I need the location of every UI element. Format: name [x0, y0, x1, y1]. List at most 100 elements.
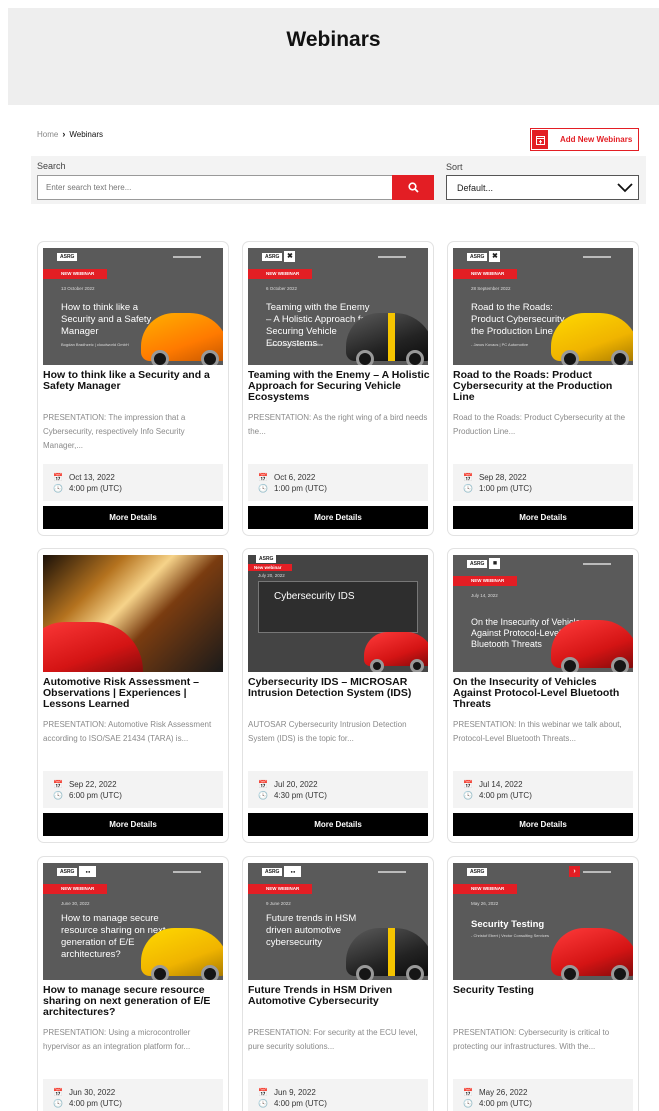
clock-icon: 🕓 [463, 791, 473, 800]
car-image [551, 620, 633, 672]
more-details-button[interactable]: More Details [43, 506, 223, 529]
webinar-description: PRESENTATION: Cybersecurity is critical … [453, 1028, 610, 1051]
more-details-button[interactable]: More Details [43, 813, 223, 836]
search-input[interactable] [37, 175, 393, 200]
search-button[interactable] [392, 175, 434, 200]
asrg-logo-icon: ASRG [256, 555, 277, 563]
partner-logo-icon [583, 256, 611, 258]
breadcrumb-home-link[interactable]: Home [37, 130, 58, 139]
webinar-card: ASRG ■ NEW WEBINAR July 14, 2022 On the I… [447, 548, 639, 843]
webinar-title[interactable]: Teaming with the Enemy – A Holistic Appr… [248, 370, 430, 403]
add-new-webinar-label: Add New Webinars [560, 135, 633, 144]
thumbnail-date: 28 September 2022 [471, 286, 511, 291]
thumbnail-date: July 20, 2022 [258, 573, 285, 578]
clock-icon: 🕓 [53, 1099, 63, 1108]
more-details-button[interactable]: More Details [248, 813, 428, 836]
partner-logo-icon: ●● [79, 866, 97, 877]
webinar-card: ASRG ✖ NEW WEBINAR 28 September 2022 Road… [447, 241, 639, 536]
webinar-thumbnail[interactable]: ASRG ✖ NEW WEBINAR 6 October 2022 Teaming… [248, 248, 428, 365]
calendar-icon: 📅 [463, 780, 473, 789]
partner-logo-icon: ●● [284, 866, 302, 877]
add-new-webinar-button[interactable]: Add New Webinars [530, 128, 639, 151]
clock-icon: 🕓 [53, 484, 63, 493]
partner-logo-icon [173, 256, 201, 258]
webinar-description: PRESENTATION: As the right wing of a bir… [248, 413, 428, 436]
search-icon [407, 182, 419, 193]
calendar-icon: 📅 [463, 1088, 473, 1097]
calendar-icon: 📅 [258, 473, 268, 482]
webinar-meta: 📅 Sep 22, 2022 🕓 6:00 pm (UTC) [43, 771, 223, 808]
webinar-title[interactable]: Cybersecurity IDS – MICROSAR Intrusion D… [248, 677, 430, 699]
webinar-meta: 📅 Jul 20, 2022 🕓 4:30 pm (UTC) [248, 771, 428, 808]
webinar-title[interactable]: How to manage secure resource sharing on… [43, 985, 225, 1018]
webinar-date: Oct 6, 2022 [273, 473, 316, 482]
webinar-date: Sep 28, 2022 [478, 473, 527, 482]
car-image [141, 313, 223, 365]
more-details-button[interactable]: More Details [453, 506, 633, 529]
thumbnail-date: June 30, 2022 [61, 901, 90, 906]
car-image [141, 928, 223, 980]
breadcrumb-current: Webinars [69, 129, 103, 139]
webinar-time: 1:00 pm (UTC) [273, 484, 327, 493]
webinar-thumbnail[interactable]: ASRG ●● NEW WEBINAR 9 June 2022 Future tr… [248, 863, 428, 980]
search-label: Search [37, 161, 66, 171]
thumbnail-date: 9 June 2022 [266, 901, 291, 906]
webinar-title[interactable]: Security Testing [453, 985, 635, 996]
webinar-title[interactable]: How to think like a Security and a Safet… [43, 370, 225, 392]
breadcrumb: Home › Webinars [37, 129, 103, 139]
calendar-icon: 📅 [53, 1088, 63, 1097]
webinar-thumbnail[interactable]: ASRG ●● NEW WEBINAR June 30, 2022 How to … [43, 863, 223, 980]
webinar-card: ASRG ●● NEW WEBINAR June 30, 2022 How to … [37, 856, 229, 1111]
webinar-time: 4:00 pm (UTC) [273, 1099, 327, 1108]
partner-logo-icon: ✖ [489, 251, 501, 262]
webinar-title[interactable]: Automotive Risk Assessment – Observation… [43, 677, 225, 710]
webinar-thumbnail[interactable]: ASRG ✖ NEW WEBINAR 28 September 2022 Road… [453, 248, 633, 365]
partner-logo-icon [583, 871, 611, 873]
more-details-button[interactable]: More Details [453, 813, 633, 836]
webinar-title[interactable]: On the Insecurity of Vehicles Against Pr… [453, 677, 635, 710]
webinar-card: ASRG New webinar July 20, 2022 Cybersecu… [242, 548, 434, 843]
thumbnail-tag: NEW WEBINAR [248, 884, 312, 894]
webinar-thumbnail[interactable] [43, 555, 223, 672]
webinar-time: 4:00 pm (UTC) [68, 1099, 122, 1108]
webinar-date: Sep 22, 2022 [68, 780, 117, 789]
webinar-card: ASRG › NEW WEBINAR May 26, 2022 Security… [447, 856, 639, 1111]
thumbnail-author: - Janos Kovacs | PC Automotive [266, 342, 324, 347]
calendar-icon: 📅 [258, 1088, 268, 1097]
thumbnail-title: Security Testing [471, 919, 545, 930]
thumbnail-author: - Janos Kovacs | PC Automotive [471, 342, 529, 347]
asrg-logo-icon: ASRG [262, 867, 283, 876]
asrg-logo-icon: ASRG [262, 252, 283, 261]
sort-select[interactable]: Default... [446, 175, 639, 200]
partner-logo-icon [583, 563, 611, 565]
webinar-time: 1:00 pm (UTC) [478, 484, 532, 493]
clock-icon: 🕓 [258, 484, 268, 493]
thumbnail-date: May 26, 2022 [471, 901, 499, 906]
webinar-time: 4:00 pm (UTC) [478, 791, 532, 800]
thumbnail-author: - Christof Ebert | Vector Consulting Ser… [471, 933, 549, 938]
more-details-button[interactable]: More Details [248, 506, 428, 529]
webinar-title[interactable]: Road to the Roads: Product Cybersecurity… [453, 370, 635, 403]
webinar-meta: 📅 Jul 14, 2022 🕓 4:00 pm (UTC) [453, 771, 633, 808]
webinar-date: May 26, 2022 [478, 1088, 528, 1097]
webinar-title[interactable]: Future Trends in HSM Driven Automotive C… [248, 985, 430, 1007]
thumbnail-tag: NEW WEBINAR [43, 884, 107, 894]
webinar-thumbnail[interactable]: ASRG › NEW WEBINAR May 26, 2022 Security… [453, 863, 633, 980]
webinar-card: ASRG ✖ NEW WEBINAR 6 October 2022 Teaming… [242, 241, 434, 536]
webinar-card: ASRG NEW WEBINAR 13 October 2022 How to … [37, 241, 229, 536]
thumbnail-tag: New webinar [248, 564, 292, 571]
webinar-description: PRESENTATION: For security at the ECU le… [248, 1028, 418, 1051]
webinar-meta: 📅 Oct 6, 2022 🕓 1:00 pm (UTC) [248, 464, 428, 501]
clock-icon: 🕓 [53, 791, 63, 800]
webinar-thumbnail[interactable]: ASRG NEW WEBINAR 13 October 2022 How to … [43, 248, 223, 365]
webinar-time: 6:00 pm (UTC) [68, 791, 122, 800]
calendar-icon: 📅 [53, 473, 63, 482]
webinar-thumbnail[interactable]: ASRG ■ NEW WEBINAR July 14, 2022 On the I… [453, 555, 633, 672]
webinar-thumbnail[interactable]: ASRG New webinar July 20, 2022 Cybersecu… [248, 555, 428, 672]
thumbnail-date: July 14, 2022 [471, 593, 498, 598]
car-image [346, 928, 428, 980]
partner-logo-icon: ■ [489, 558, 501, 569]
webinar-time: 4:00 pm (UTC) [478, 1099, 532, 1108]
thumbnail-author: Bogdan Bradhzeic | cloudworld GmbH [61, 342, 129, 347]
clock-icon: 🕓 [463, 484, 473, 493]
